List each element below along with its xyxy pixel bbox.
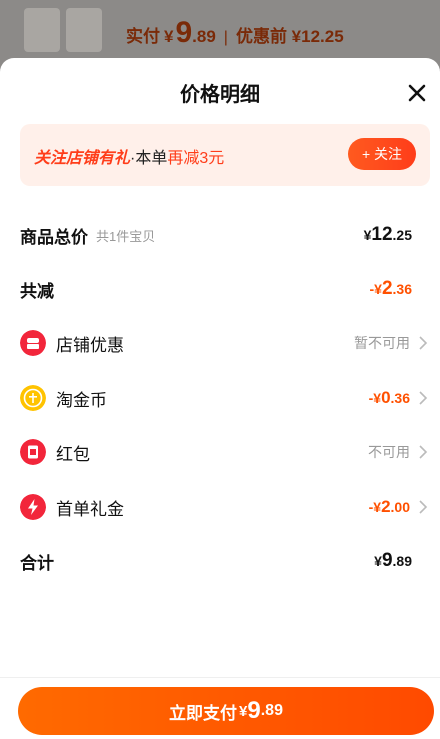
minus-currency: -¥ <box>369 281 382 297</box>
shop-coupon-row[interactable]: 店铺优惠 暂不可用 <box>20 328 434 358</box>
red-packet-row[interactable]: 红包 不可用 <box>20 437 434 467</box>
sum-value: ¥9.89 <box>374 546 412 576</box>
total-price-row: 商品总价 共1件宝贝 ¥12.25 <box>20 220 434 250</box>
shop-coupon-status: 暂不可用 <box>354 328 434 358</box>
banner-mid: ·本单 <box>130 150 168 167</box>
paid-currency: ¥ <box>164 27 174 46</box>
sheet-title: 价格明细 <box>180 84 260 106</box>
chevron-right-icon <box>419 500 428 514</box>
minus-currency: -¥ <box>368 499 382 515</box>
paid-label: 实付 <box>126 27 160 46</box>
total-reduction-row: 共减 -¥2.36 <box>20 274 434 304</box>
coin-label: 淘金币 <box>56 390 107 410</box>
minus-currency: -¥ <box>368 390 382 406</box>
price-dec: .25 <box>392 227 412 243</box>
lightning-icon <box>20 494 46 520</box>
pay-int: 9 <box>247 697 261 724</box>
first-order-value: -¥2.00 <box>369 492 434 522</box>
price-dec: .36 <box>392 281 412 297</box>
before-discount-price: 优惠前 ¥12.25 <box>235 27 344 46</box>
chevron-right-icon <box>419 336 428 350</box>
red-packet-status: 不可用 <box>368 437 434 467</box>
banner-highlight: 关注店铺有礼 <box>34 150 131 167</box>
price-dec: .89 <box>392 553 412 569</box>
status-text: 不可用 <box>368 444 410 460</box>
price-dec: .00 <box>390 499 410 515</box>
currency: ¥ <box>374 553 382 569</box>
banner-discount: 再减3元 <box>167 150 225 167</box>
coin-value: -¥0.36 <box>369 383 434 413</box>
price-int: 0 <box>381 388 391 407</box>
price-int: 2 <box>381 497 391 516</box>
first-order-label: 首单礼金 <box>56 499 124 519</box>
sum-label: 合计 <box>20 553 54 573</box>
separator: | <box>223 29 228 46</box>
coin-icon <box>20 385 46 411</box>
price-int: 2 <box>381 278 393 299</box>
shop-coupon-icon <box>20 330 46 356</box>
close-icon[interactable] <box>404 80 430 106</box>
price-int: 9 <box>381 550 393 571</box>
red-packet-icon <box>20 439 46 465</box>
price-int: 12 <box>371 224 393 245</box>
pay-label: 立即支付 <box>169 703 238 723</box>
item-count: 共1件宝贝 <box>96 228 156 244</box>
taojin-coin-row[interactable]: 淘金币 -¥0.36 <box>20 383 434 413</box>
paid-dec: .89 <box>192 27 216 46</box>
total-price-value: ¥12.25 <box>364 220 412 250</box>
reduction-label: 共减 <box>20 281 54 301</box>
divider <box>0 677 440 678</box>
red-packet-label: 红包 <box>56 444 90 464</box>
banner-text: 关注店铺有礼·本单再减3元 <box>34 144 224 168</box>
pay-currency: ¥ <box>239 702 248 720</box>
price-detail-sheet: 价格明细 关注店铺有礼·本单再减3元 + 关注 商品总价 共1件宝贝 ¥12.2… <box>0 58 440 739</box>
background-price: 实付 ¥ 9 .89 | 优惠前 ¥12.25 <box>126 16 344 50</box>
status-text: 暂不可用 <box>354 335 410 351</box>
total-price-label: 商品总价 <box>20 227 88 247</box>
shop-coupon-label: 店铺优惠 <box>56 335 124 355</box>
price-dec: .36 <box>390 390 410 406</box>
sum-row: 合计 ¥9.89 <box>20 546 434 576</box>
pay-now-button[interactable]: 立即支付 ¥ 9 .89 <box>18 687 434 735</box>
chevron-right-icon <box>419 391 428 405</box>
paid-int: 9 <box>175 16 193 49</box>
reduction-value: -¥2.36 <box>370 274 413 304</box>
pay-dec: .89 <box>260 702 283 719</box>
follow-shop-banner: 关注店铺有礼·本单再减3元 + 关注 <box>20 124 430 186</box>
product-thumbnail <box>66 8 102 52</box>
follow-button[interactable]: + 关注 <box>348 138 416 170</box>
first-order-gift-row[interactable]: 首单礼金 -¥2.00 <box>20 492 434 522</box>
product-thumbnail <box>24 8 60 52</box>
chevron-right-icon <box>419 445 428 459</box>
